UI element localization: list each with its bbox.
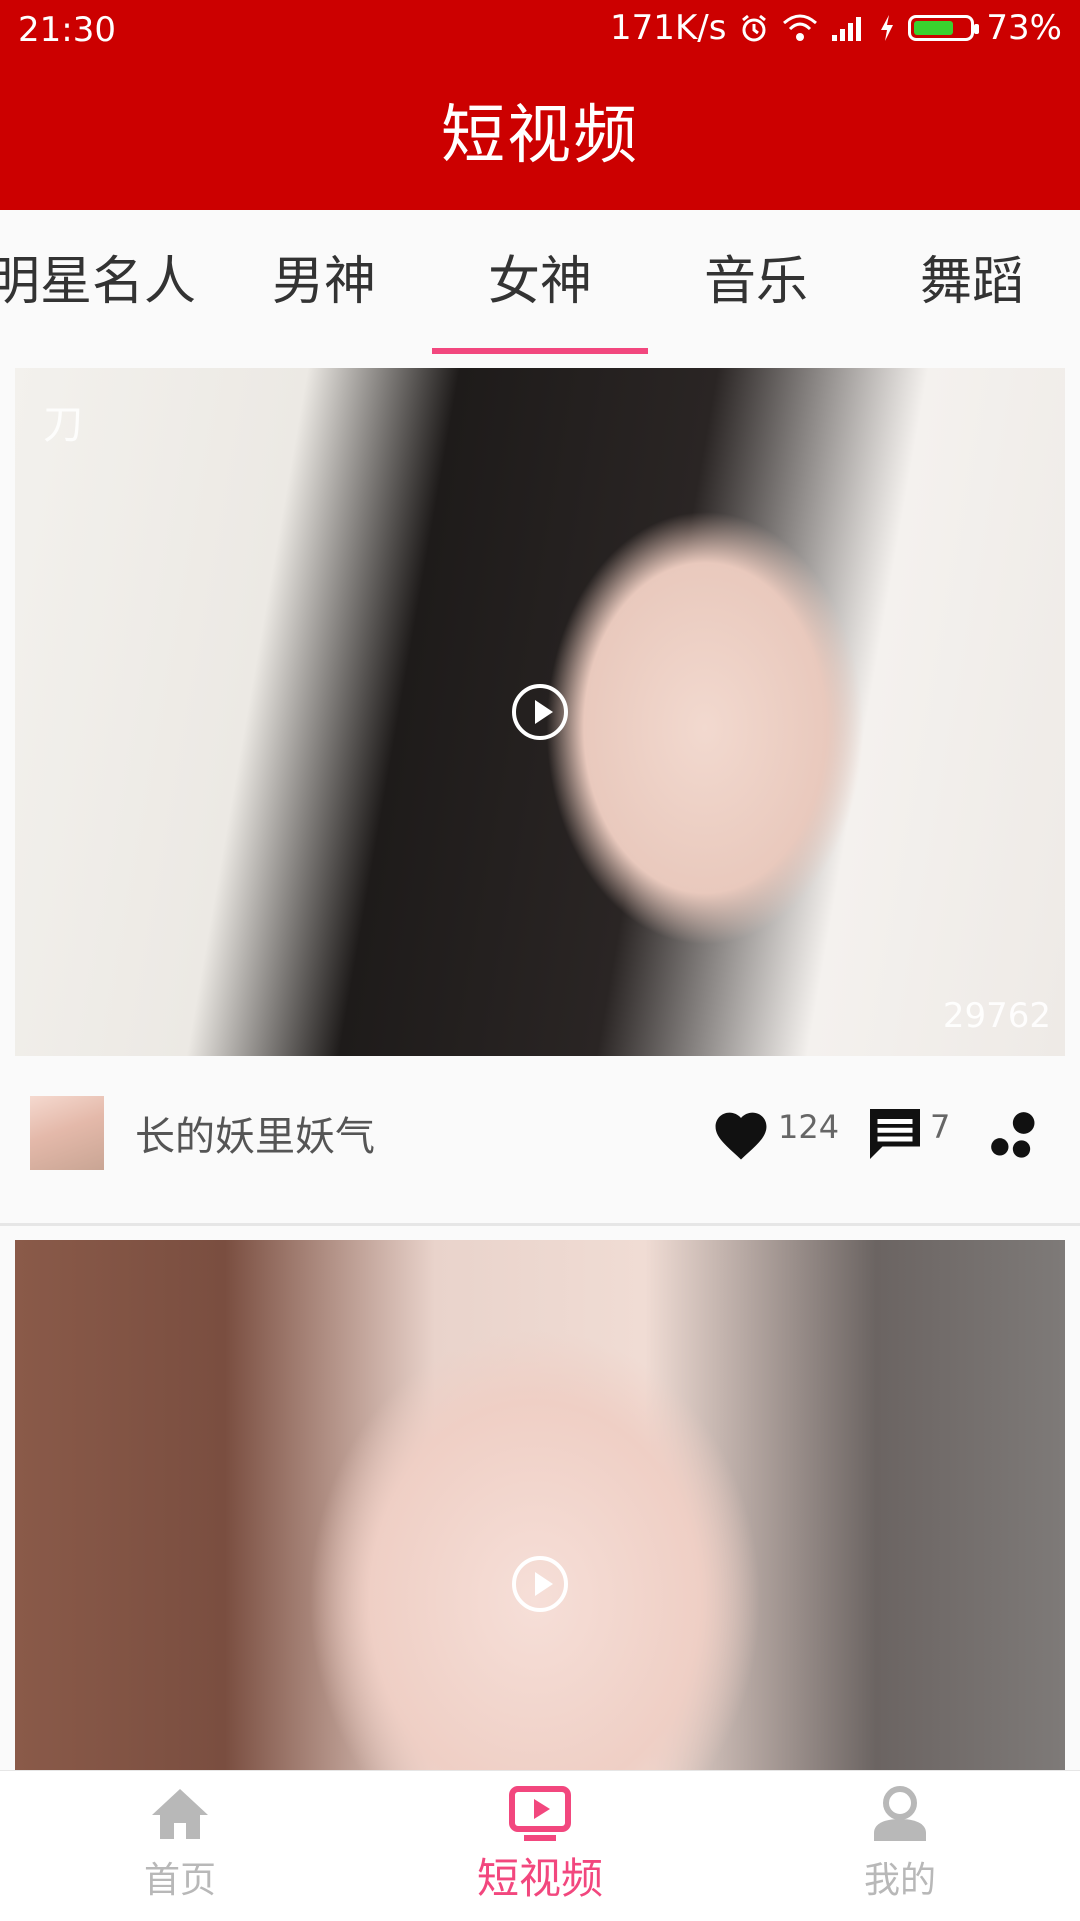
- nav-label-profile: 我的: [863, 1860, 936, 1901]
- battery-icon: [908, 15, 980, 41]
- comment-count: 7: [930, 1108, 951, 1146]
- tab-female-idols[interactable]: 女神: [432, 210, 648, 354]
- play-icon[interactable]: [512, 1556, 568, 1612]
- like-count: 124: [778, 1108, 840, 1146]
- app-header: 短视频: [0, 62, 1080, 210]
- play-icon[interactable]: [512, 684, 568, 740]
- share-icon[interactable]: [988, 1110, 1042, 1162]
- nav-label-short-video: 短视频: [476, 1854, 603, 1903]
- tab-music[interactable]: 音乐: [648, 210, 864, 354]
- view-count: 29762: [942, 996, 1051, 1036]
- card-divider: [0, 1223, 1080, 1226]
- video-meta: 长的妖里妖气 124 7: [0, 1056, 1080, 1204]
- battery-fill: [914, 21, 954, 35]
- signal-icon: [832, 17, 862, 41]
- tab-male-idols[interactable]: 男神: [216, 210, 432, 354]
- author-name[interactable]: 长的妖里妖气: [135, 1104, 375, 1162]
- tab-dance[interactable]: 舞蹈: [864, 210, 1080, 354]
- comment-icon[interactable]: [864, 1104, 926, 1164]
- nav-label-home: 首页: [143, 1860, 216, 1901]
- home-icon: [152, 1789, 208, 1839]
- video-thumbnail[interactable]: 刀 29762: [15, 368, 1065, 1056]
- video-thumbnail[interactable]: [15, 1240, 1065, 1770]
- page-title: 短视频: [441, 99, 639, 173]
- nav-profile[interactable]: 我的: [720, 1771, 1080, 1921]
- status-time: 21:30: [18, 10, 116, 50]
- wifi-icon: [783, 14, 818, 41]
- profile-icon: [874, 1786, 926, 1841]
- heart-icon[interactable]: [710, 1106, 772, 1162]
- video-icon: [509, 1786, 571, 1841]
- charging-icon: [881, 15, 894, 41]
- category-tabs[interactable]: 明星名人 男神 女神 音乐 舞蹈: [0, 210, 1080, 354]
- video-caption: 刀: [43, 402, 83, 448]
- status-bar: 21:30 171K/s 73%: [0, 0, 1080, 62]
- video-feed[interactable]: 刀 29762 长的妖里妖气 124 7: [0, 354, 1080, 1770]
- avatar[interactable]: [30, 1096, 104, 1170]
- nav-home[interactable]: 首页: [0, 1771, 360, 1921]
- status-right: 171K/s 73%: [610, 8, 1062, 48]
- bottom-nav: 首页 短视频 我的: [0, 1770, 1080, 1921]
- tab-celebrities[interactable]: 明星名人: [0, 210, 200, 354]
- alarm-icon: [742, 14, 767, 42]
- nav-short-video[interactable]: 短视频: [360, 1771, 720, 1921]
- battery-percent: 73%: [986, 8, 1062, 48]
- net-speed: 171K/s: [610, 8, 727, 48]
